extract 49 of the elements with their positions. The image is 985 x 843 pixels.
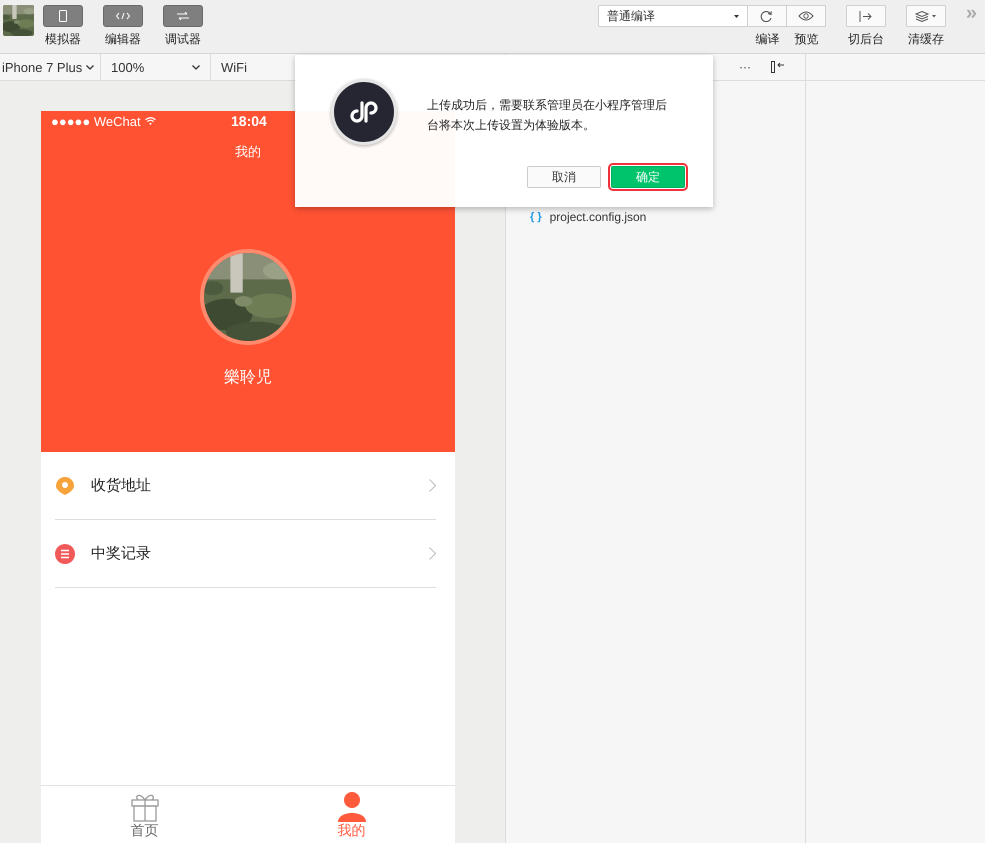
- layers-icon: [914, 10, 937, 22]
- tab[interactable]: 首页: [41, 786, 248, 843]
- logo-icon: [331, 79, 397, 145]
- eye-icon: [798, 11, 814, 21]
- status-time: 18:04: [231, 113, 267, 129]
- menu-label: 中奖记录: [91, 544, 152, 563]
- wifi-icon: [144, 117, 156, 125]
- phone-icon: [59, 10, 67, 22]
- mode-button[interactable]: [163, 5, 203, 27]
- toolbar-label: 切后台: [848, 31, 884, 48]
- gift-icon: [130, 792, 160, 822]
- toolbar-button[interactable]: [786, 5, 826, 27]
- chevron-right-icon: [429, 547, 436, 560]
- collapse-panel-icon[interactable]: [771, 61, 785, 73]
- mode-label: 模拟器: [45, 31, 81, 48]
- cancel-button[interactable]: 取消: [527, 166, 601, 188]
- toolbar-button[interactable]: [846, 5, 886, 27]
- refresh-icon: [760, 10, 774, 22]
- exit-icon: [858, 10, 873, 22]
- compile-select[interactable]: 普通编译: [598, 5, 748, 27]
- user-name: 樂聆児: [224, 368, 272, 388]
- toolbar-button[interactable]: [906, 5, 946, 27]
- caret-icon: [734, 14, 739, 18]
- mode-button[interactable]: [103, 5, 143, 27]
- toolbar-button[interactable]: [748, 5, 787, 27]
- toolbar-label: 预览: [793, 31, 820, 48]
- person-icon: [336, 792, 366, 822]
- mode-button[interactable]: [43, 5, 83, 27]
- swap-icon: [177, 12, 189, 20]
- carrier-text: ●●●●● WeChat: [51, 114, 141, 128]
- mode-label: 编辑器: [105, 31, 141, 48]
- network-select[interactable]: WiFi: [211, 54, 301, 80]
- page-title: 我的: [234, 143, 262, 161]
- chevron-right-icon: [429, 479, 436, 492]
- json-icon: { }: [530, 211, 542, 223]
- file-item[interactable]: { } project.config.json: [506, 207, 805, 227]
- menu-label: 收货地址: [91, 476, 152, 495]
- more-button[interactable]: ···: [739, 60, 751, 74]
- mode-label: 调试器: [165, 31, 201, 48]
- device-select[interactable]: iPhone 7 Plus: [0, 54, 101, 80]
- menu-item[interactable]: 收货地址: [55, 452, 436, 520]
- dialog-message: 上传成功后，需要联系管理员在小程序管理后台将本次上传设置为体验版本。: [427, 97, 668, 134]
- toolbar-label: 编译: [754, 31, 780, 48]
- menu-item[interactable]: 中奖记录: [55, 520, 436, 588]
- chevron-icon: [192, 64, 200, 70]
- chevron-icon: [86, 64, 94, 70]
- code-icon: [116, 12, 130, 20]
- zoom-select[interactable]: 100%: [101, 54, 211, 80]
- toolbar-label: 清缓存: [908, 31, 944, 48]
